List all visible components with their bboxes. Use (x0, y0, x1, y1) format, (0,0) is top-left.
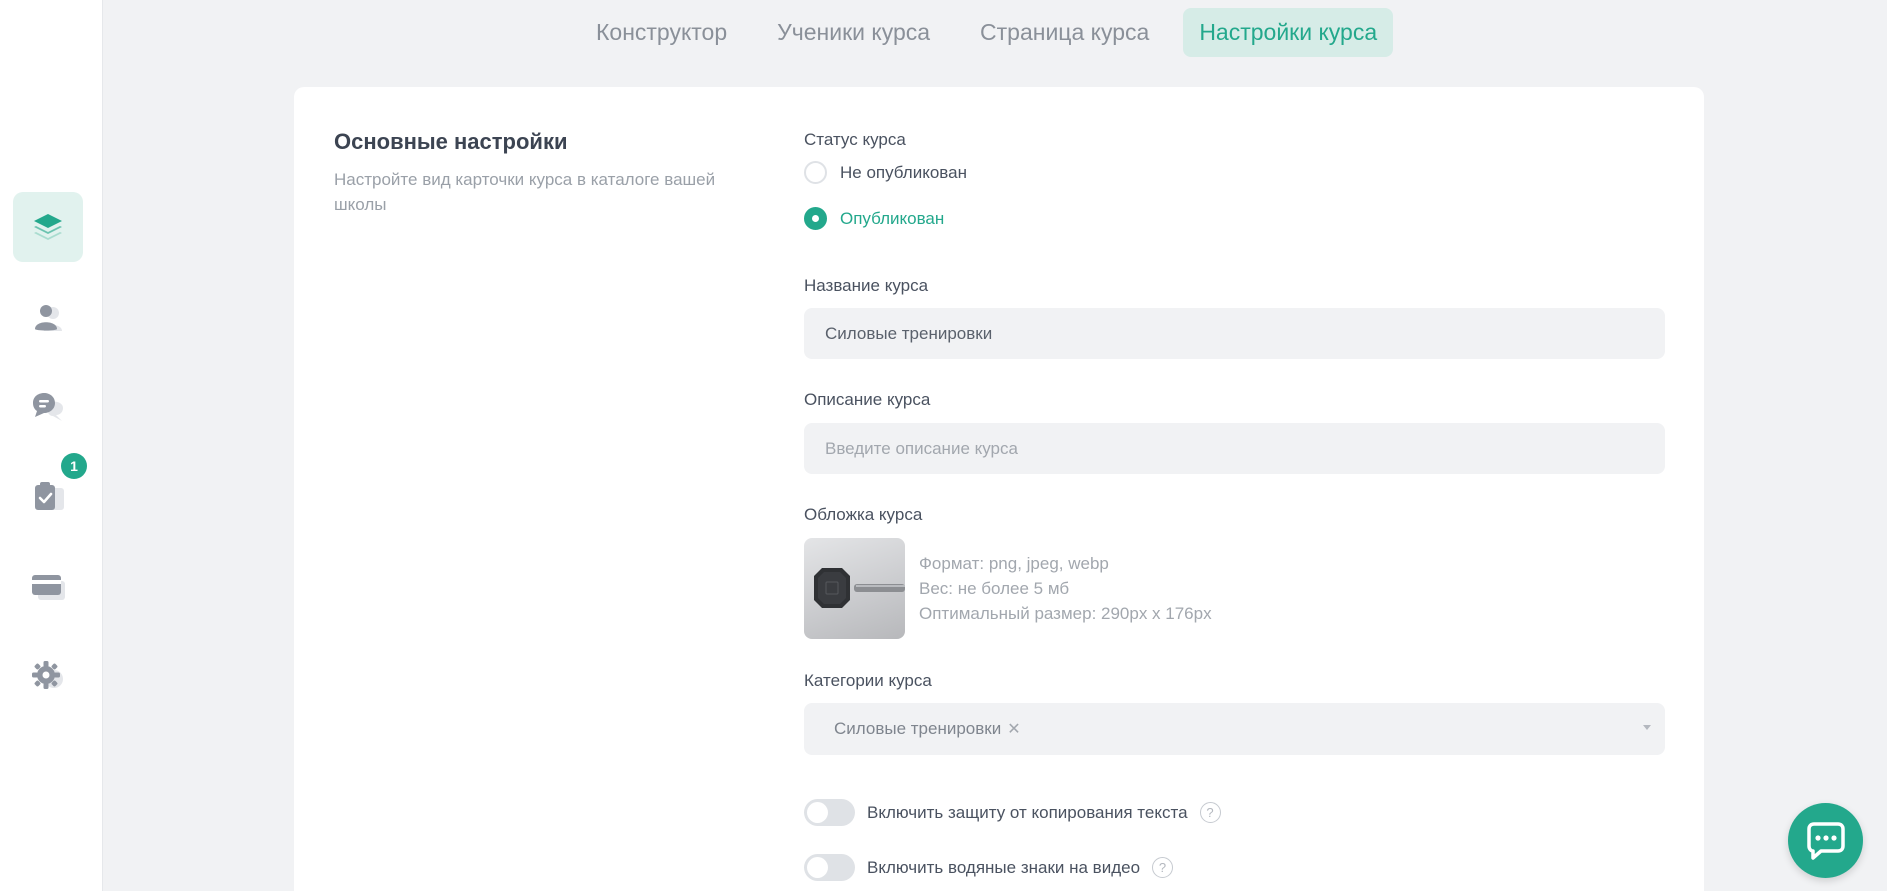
copy-protection-row: Включить защиту от копирования текста ? (804, 799, 1221, 826)
course-name-label: Название курса (804, 276, 929, 295)
support-chat-button[interactable] (1788, 803, 1863, 878)
tasks-icon (35, 482, 64, 510)
nav-item-settings[interactable] (13, 642, 83, 712)
categories-label: Категории курса (804, 671, 932, 690)
settings-card: Основные настройки Настройте вид карточк… (294, 87, 1704, 891)
nav-item-courses[interactable] (13, 192, 83, 262)
tab-students[interactable]: Ученики курса (761, 8, 946, 57)
tab-course-settings[interactable]: Настройки курса (1183, 8, 1394, 57)
category-chip-label: Силовые тренировки (834, 719, 1002, 738)
cover-label: Обложка курса (804, 505, 923, 524)
tab-constructor[interactable]: Конструктор (580, 8, 743, 57)
status-label: Статус курса (804, 130, 906, 149)
nav-item-tasks[interactable]: 1 (13, 453, 87, 532)
course-description-input[interactable] (804, 423, 1665, 474)
radio-unpublished[interactable] (804, 161, 827, 184)
notification-badge: 1 (61, 453, 87, 479)
card-icon (32, 575, 65, 600)
users-icon (35, 305, 62, 331)
section-description: Настройте вид карточки курса в каталоге … (334, 170, 716, 214)
course-tabs: Конструктор Ученики курса Страница курса… (580, 8, 1411, 57)
status-option-unpublished-label: Не опубликован (840, 162, 967, 182)
nav-item-payments[interactable] (13, 552, 83, 622)
cover-size: Оптимальный размер: 290px x 176px (919, 604, 1212, 623)
radio-published[interactable] (804, 207, 827, 230)
nav-item-users[interactable] (13, 283, 83, 353)
cover-requirements: Формат: png, jpeg, webp Вес: не более 5 … (919, 551, 1212, 626)
watermark-label: Включить водяные знаки на видео (867, 857, 1141, 877)
cover-weight: Вес: не более 5 мб (919, 579, 1070, 598)
chat-bubble-icon (1806, 821, 1845, 860)
nav-item-chat[interactable] (13, 372, 83, 442)
section-title: Основные настройки (334, 129, 568, 154)
tab-course-page[interactable]: Страница курса (964, 8, 1165, 57)
dumbbell-image (814, 568, 905, 608)
help-icon[interactable]: ? (1152, 857, 1174, 878)
course-name-input[interactable] (804, 308, 1665, 359)
status-option-published-label: Опубликован (840, 208, 945, 228)
copy-protection-toggle[interactable] (804, 799, 855, 826)
copy-protection-label: Включить защиту от копирования текста (867, 802, 1188, 822)
watermark-row: Включить водяные знаки на видео ? (804, 854, 1174, 881)
cover-format: Формат: png, jpeg, webp (919, 554, 1109, 573)
help-icon[interactable]: ? (1199, 802, 1221, 823)
layers-icon (34, 214, 62, 240)
sidebar: 1 (0, 0, 103, 891)
chevron-down-icon[interactable] (1643, 725, 1651, 730)
status-option-published[interactable]: Опубликован (804, 207, 944, 230)
gear-icon (32, 661, 63, 689)
watermark-toggle[interactable] (804, 854, 855, 881)
status-option-unpublished[interactable]: Не опубликован (804, 161, 967, 184)
course-description-label: Описание курса (804, 390, 931, 409)
chat-icon (33, 393, 63, 421)
category-chip: Силовые тренировки ✕ (834, 719, 1021, 739)
remove-category-icon[interactable]: ✕ (1007, 719, 1020, 739)
categories-select[interactable]: Силовые тренировки ✕ (804, 703, 1665, 755)
cover-image[interactable] (804, 538, 905, 639)
